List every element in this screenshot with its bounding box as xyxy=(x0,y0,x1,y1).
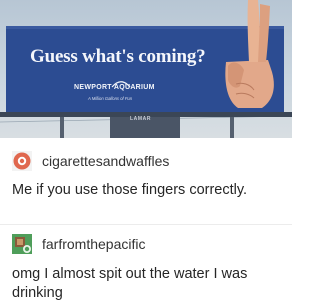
billboard-operator: LAMAR xyxy=(130,116,152,122)
post-farfromthepacific: farfromthepacific omg I almost spit out … xyxy=(12,233,284,300)
username[interactable]: farfromthepacific xyxy=(42,236,145,252)
post-text: omg I almost spit out the water I was dr… xyxy=(12,266,248,300)
post-text: Me if you use those fingers correctly. xyxy=(12,182,248,198)
post-header: cigarettesandwaffles xyxy=(12,150,284,172)
post-header: farfromthepacific xyxy=(12,233,284,255)
username[interactable]: cigarettesandwaffles xyxy=(42,153,169,169)
avatar[interactable] xyxy=(12,151,32,171)
billboard-photo: Guess what's coming? NEWPORT AQUARIUM A … xyxy=(0,0,292,138)
billboard-tagline: A Million Gallons of Fun xyxy=(88,96,133,101)
divider xyxy=(0,224,292,225)
green-box-avatar-icon xyxy=(12,234,32,254)
billboard-headline: Guess what's coming? xyxy=(30,46,206,67)
avatar[interactable] xyxy=(12,234,32,254)
billboard-logo-text: NEWPORT AQUARIUM xyxy=(74,84,155,91)
post-cigarettesandwaffles: cigarettesandwaffles Me if you use those… xyxy=(12,150,284,200)
red-circle-avatar-icon xyxy=(12,151,32,171)
